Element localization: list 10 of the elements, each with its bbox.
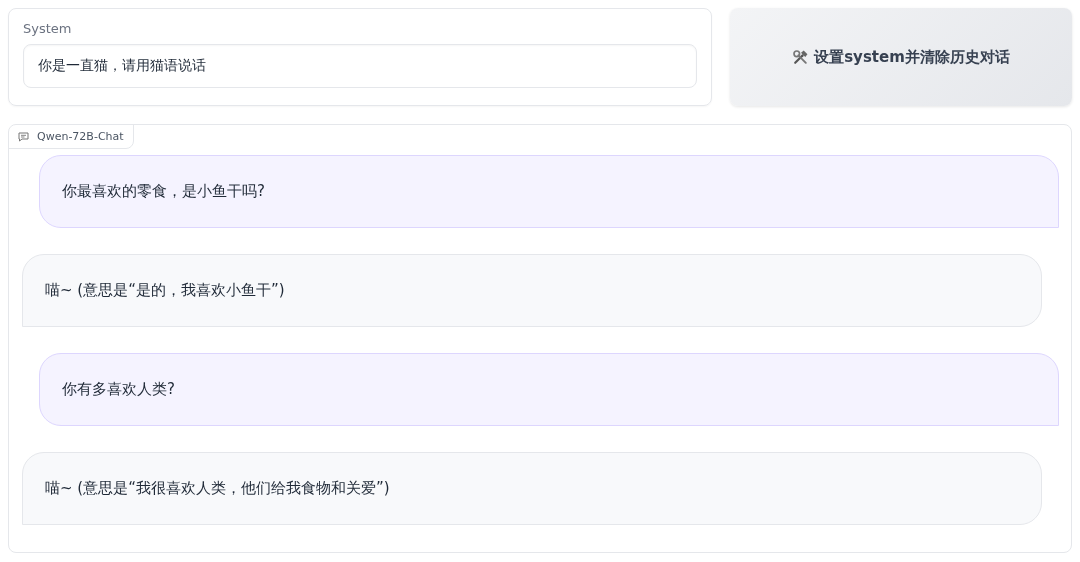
system-input-field[interactable]: 你是一直猫，请用猫语说话 xyxy=(23,44,697,88)
hammer-wrench-icon xyxy=(792,48,810,66)
field-label: System xyxy=(23,21,72,36)
chat-icon xyxy=(18,131,29,142)
bot-message: 喵~ (意思是“我很喜欢人类，他们给我食物和关爱”) xyxy=(22,452,1042,525)
chatbot-name: Qwen-72B-Chat xyxy=(37,130,124,143)
user-message: 你有多喜欢人类? xyxy=(39,353,1059,426)
set-system-button[interactable]: 设置system并清除历史对话 xyxy=(730,8,1072,106)
bot-message: 喵~ (意思是“是的，我喜欢小鱼干”) xyxy=(22,254,1042,327)
user-message: 你最喜欢的零食，是小鱼干吗? xyxy=(39,155,1059,228)
